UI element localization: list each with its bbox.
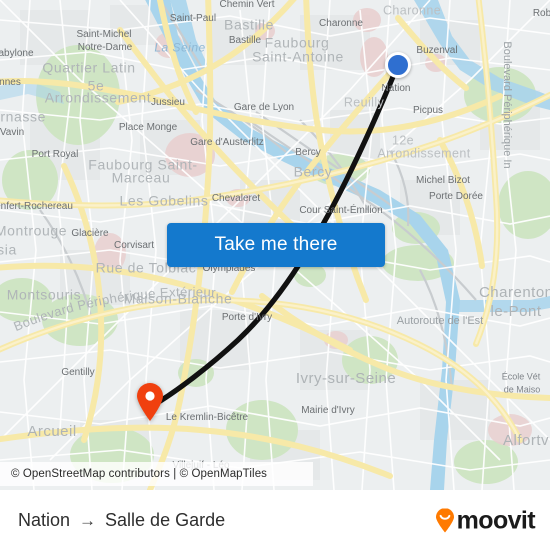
take-me-there-button[interactable]: Take me there [167, 223, 385, 267]
map-attribution[interactable]: © OpenStreetMap contributors | © OpenMap… [0, 462, 313, 486]
moovit-pin-icon [435, 508, 454, 532]
footer-bar: Nation → Salle de Garde moovit [0, 490, 550, 550]
moovit-route-card: Chemin Vert Saint-Paul Bastille Charonne Cha… [0, 0, 550, 550]
map-canvas[interactable]: Chemin Vert Saint-Paul Bastille Charonne Cha… [0, 0, 550, 490]
origin-marker[interactable] [385, 52, 411, 78]
destination-marker-icon[interactable] [135, 382, 165, 422]
arrow-right-icon: → [79, 511, 97, 530]
moovit-logo[interactable]: moovit [434, 506, 536, 534]
moovit-wordmark: moovit [456, 506, 536, 534]
route-origin-label: Nation [18, 510, 71, 530]
route-destination-label: Salle de Garde [105, 510, 226, 530]
attribution-text: © OpenStreetMap contributors | © OpenMap… [11, 468, 268, 480]
route-summary: Nation → Salle de Garde [18, 510, 225, 531]
